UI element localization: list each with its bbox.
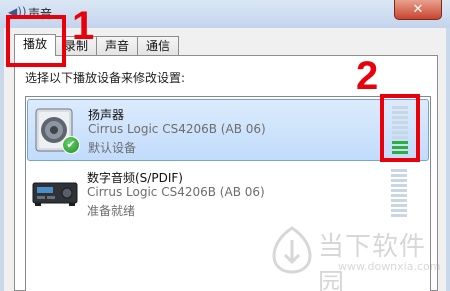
meter-segment xyxy=(391,189,407,192)
watermark-name: 当下软件园 xyxy=(318,232,427,291)
device-status: 准备就绪 xyxy=(87,204,136,218)
device-driver: Cirrus Logic CS4206B (AB 06) xyxy=(88,122,266,136)
device-name: 数字音频(S/PDIF) xyxy=(87,171,183,185)
device-name: 扬声器 xyxy=(88,108,125,122)
meter-segment xyxy=(391,199,407,202)
tab-playback[interactable]: 播放 xyxy=(14,34,57,56)
meter-segment xyxy=(391,184,407,187)
tab-sounds[interactable]: 声音 xyxy=(96,36,139,56)
annotation-number-1: 1 xyxy=(72,4,95,48)
digital-audio-receiver-icon xyxy=(32,182,78,206)
close-button[interactable]: ✕ xyxy=(394,0,442,20)
device-item-spdif[interactable]: 数字音频(S/PDIF) Cirrus Logic CS4206B (AB 06… xyxy=(27,163,429,225)
meter-segment xyxy=(391,204,407,207)
meter-segment xyxy=(391,174,407,177)
meter-segment xyxy=(391,179,407,182)
meter-segment xyxy=(391,194,407,197)
downxia-logo-icon xyxy=(272,226,312,274)
meter-segment xyxy=(391,169,407,172)
meter-segment xyxy=(391,209,407,212)
volume-meter-spdif xyxy=(391,169,407,217)
annotation-box-2 xyxy=(380,94,420,162)
tab-strip: 播放 录制 声音 通信 xyxy=(14,34,180,56)
device-status: 默认设备 xyxy=(88,141,137,155)
instruction-text: 选择以下播放设备来修改设置: xyxy=(25,71,186,85)
tab-communications[interactable]: 通信 xyxy=(137,36,180,56)
annotation-number-2: 2 xyxy=(356,54,379,98)
title-bar: ◀)) 声音 ✕ xyxy=(0,0,450,28)
device-item-speakers[interactable]: ✔ 扬声器 Cirrus Logic CS4206B (AB 06) 默认设备 xyxy=(27,99,429,161)
watermark-url: www.downxia.com xyxy=(338,260,441,273)
watermark: 当下软件园 www.downxia.com xyxy=(272,222,442,291)
sound-dialog: ◀)) 声音 ✕ 播放 录制 声音 通信 选择以下播放设备来修改设置: ✔ 扬声… xyxy=(0,0,450,291)
default-device-check-icon: ✔ xyxy=(62,136,80,154)
meter-segment xyxy=(391,214,407,217)
device-driver: Cirrus Logic CS4206B (AB 06) xyxy=(87,185,265,199)
